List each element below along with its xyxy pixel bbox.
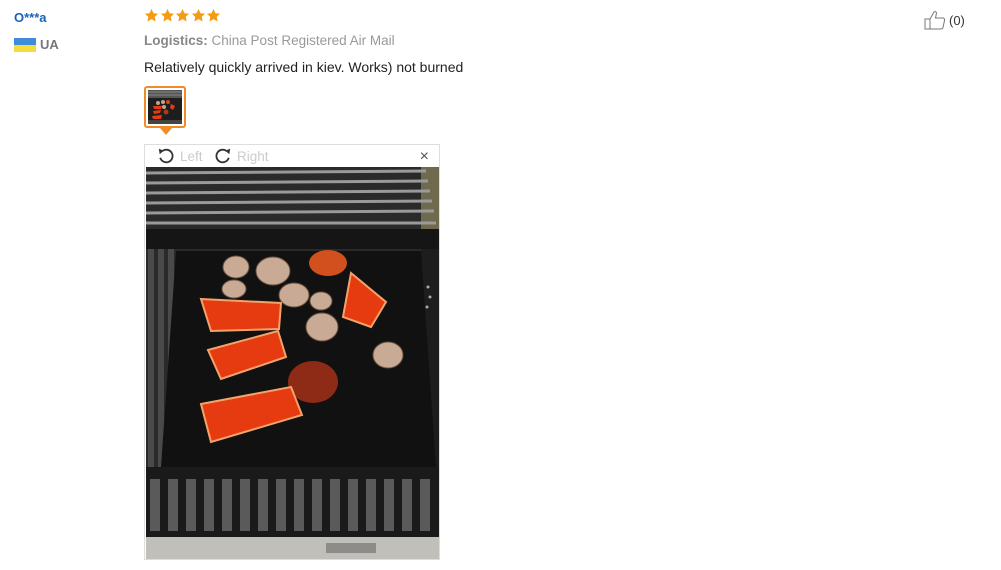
logistics-label: Logistics: [144,33,208,48]
viewer-toolbar: Left Right × [145,145,439,167]
star-icon [206,8,221,22]
user-country: UA [14,37,59,52]
rotate-left-button[interactable]: Left [157,147,203,165]
country-code: UA [40,37,59,52]
star-icon [144,8,159,22]
rating-stars [144,8,222,23]
user-name[interactable]: O***a [14,10,47,25]
review-image-thumbnail[interactable] [144,86,186,128]
thumbnail-image [148,90,182,124]
rotate-right-label: Right [237,148,269,164]
star-icon [191,8,205,22]
image-viewer: Left Right × [144,144,440,560]
logistics-info: Logistics: China Post Registered Air Mai… [144,33,395,48]
rotate-right-icon [215,148,231,164]
rotate-left-icon [158,148,174,164]
rotate-left-label: Left [180,148,203,164]
thumbnail-pointer [160,128,172,135]
rotate-right-button[interactable]: Right [214,147,269,165]
flag-icon [14,37,36,52]
review-text: Relatively quickly arrived in kiev. Work… [144,59,464,75]
review-photo [146,167,439,559]
star-icon [175,8,190,22]
like-count: (0) [949,12,965,28]
thumbs-up-icon [924,11,946,30]
like-button[interactable]: (0) [924,10,965,30]
logistics-value: China Post Registered Air Mail [211,33,395,48]
close-icon[interactable]: × [420,148,429,166]
star-icon [160,8,174,22]
